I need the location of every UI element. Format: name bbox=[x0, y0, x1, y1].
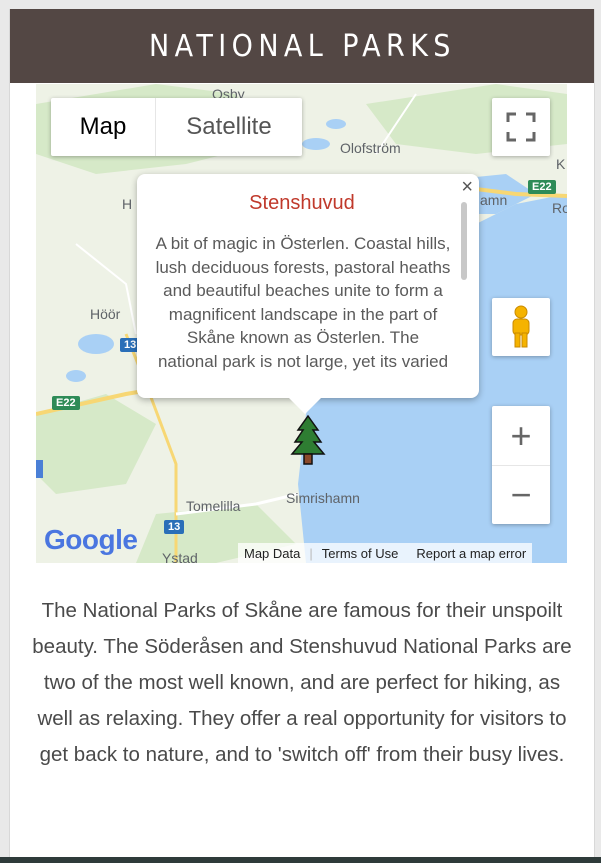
fullscreen-button[interactable] bbox=[492, 98, 550, 156]
place-label-k: K bbox=[556, 156, 566, 172]
tree-marker[interactable] bbox=[288, 414, 328, 466]
zoom-control: + − bbox=[492, 406, 550, 524]
place-label-simrishamn: Simrishamn bbox=[286, 490, 360, 506]
info-window-scrollbar[interactable] bbox=[461, 202, 467, 280]
map-widget[interactable]: Osby Olofström H amn Ro K Höör Tomelilla… bbox=[36, 84, 567, 563]
place-label-hoor: Höör bbox=[90, 306, 121, 322]
place-label-ro: Ro bbox=[552, 200, 567, 216]
map-type-control: Map Satellite bbox=[51, 98, 302, 156]
google-logo-text: Google bbox=[44, 524, 138, 555]
zoom-in-button[interactable]: + bbox=[492, 407, 550, 466]
terms-of-use-link[interactable]: Terms of Use bbox=[322, 546, 399, 561]
road-badge-e22: E22 bbox=[528, 180, 556, 194]
attribution-divider: | bbox=[309, 545, 313, 561]
place-label-amn: amn bbox=[480, 192, 508, 208]
road-badge-e22: E22 bbox=[52, 396, 80, 410]
map-data-link[interactable]: Map Data bbox=[244, 546, 300, 561]
road-badge-13: 13 bbox=[164, 520, 185, 534]
zoom-out-button[interactable]: − bbox=[492, 466, 550, 524]
parks-description: The National Parks of Skåne are famous f… bbox=[32, 599, 572, 766]
section-header: NATIONAL PARKS bbox=[10, 9, 594, 83]
national-parks-card: NATIONAL PARKS Osby Olofström H amn R K … bbox=[9, 9, 595, 863]
map-type-map-button[interactable]: Map bbox=[51, 98, 156, 156]
info-window-title: Stenshuvud bbox=[249, 192, 355, 214]
info-window: × Stenshuvud A bit of magic in Österlen.… bbox=[137, 174, 479, 414]
street-view-button[interactable] bbox=[492, 298, 550, 356]
place-label-olofstrom: Olofström bbox=[340, 140, 401, 156]
pegman-icon bbox=[512, 305, 530, 348]
attribution-bar: Map Data | Terms of Use Report a map err… bbox=[238, 543, 533, 563]
info-window-body: A bit of magic in Österlen. Coastal hill… bbox=[155, 234, 451, 371]
place-label-ystad: Ystad bbox=[162, 550, 198, 563]
place-label-tomelilla: Tomelilla bbox=[186, 498, 241, 514]
bottom-bar bbox=[0, 857, 601, 863]
fullscreen-icon bbox=[506, 112, 536, 142]
tree-marker-icon bbox=[290, 414, 326, 465]
google-logo: Google bbox=[44, 524, 138, 556]
section-title: NATIONAL PARKS bbox=[148, 28, 456, 64]
map-type-satellite-button[interactable]: Satellite bbox=[156, 98, 302, 156]
place-label-h: H bbox=[122, 196, 133, 212]
report-map-error-link[interactable]: Report a map error bbox=[416, 546, 526, 561]
